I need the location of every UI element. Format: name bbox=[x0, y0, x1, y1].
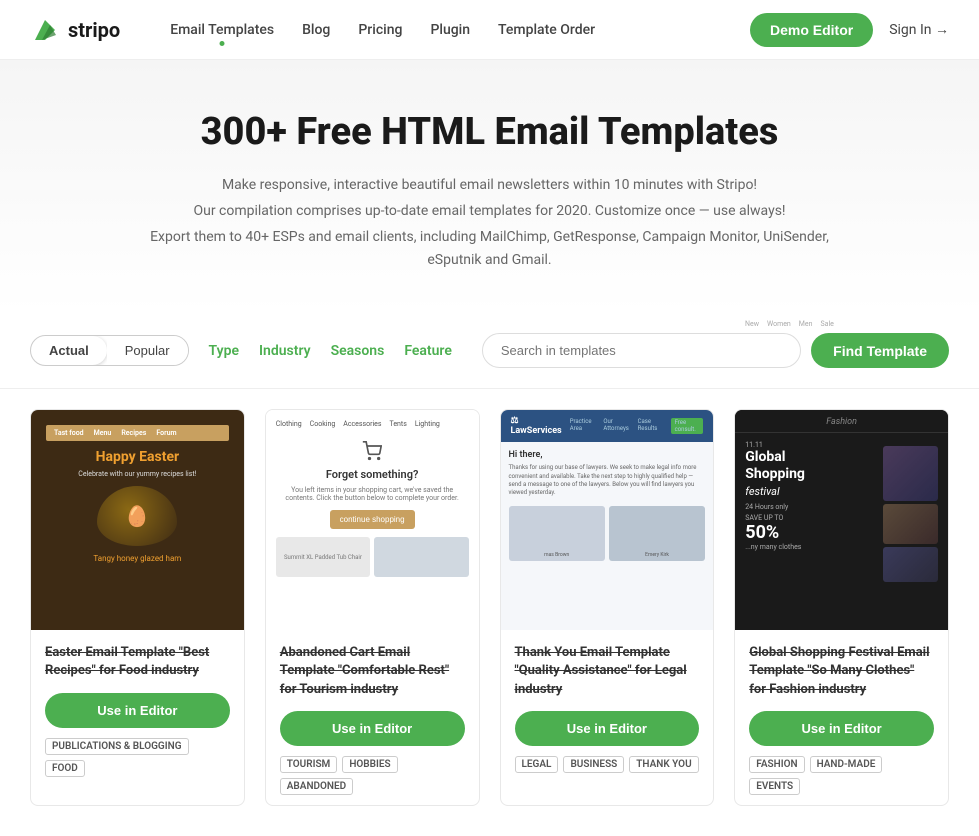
card-cart-use-button[interactable]: Use in Editor bbox=[280, 711, 465, 746]
card-easter-use-button[interactable]: Use in Editor bbox=[45, 693, 230, 728]
card-fashion: Fashion New Women Men Sale 11.11 GlobalS… bbox=[734, 409, 949, 806]
demo-editor-button[interactable]: Demo Editor bbox=[750, 13, 873, 47]
sign-in-link[interactable]: Sign In → bbox=[889, 21, 949, 38]
search-area: Find Template bbox=[482, 333, 949, 368]
hero-desc2: Our compilation comprises up-to-date ema… bbox=[150, 200, 830, 224]
card-cart-cta: continue shopping bbox=[330, 510, 415, 529]
nav-blog[interactable]: Blog bbox=[302, 22, 330, 38]
card-fashion-tags: FASHION HAND-MADE EVENTS bbox=[749, 756, 934, 795]
card-easter-title: Easter Email Template "Best Recipes" for… bbox=[45, 644, 230, 680]
tag-tourism: TOURISM bbox=[280, 756, 338, 773]
card-cart-header: Clothing Cooking Accessories Tents Light… bbox=[276, 420, 469, 428]
logo-text: stripo bbox=[68, 18, 120, 42]
filter-type[interactable]: Type bbox=[209, 343, 239, 359]
card-legal-tags: LEGAL BUSINESS THANK YOU bbox=[515, 756, 700, 773]
hero-desc3: Export them to 40+ ESPs and email client… bbox=[150, 226, 830, 274]
navbar: stripo Email Templates Blog Pricing Plug… bbox=[0, 0, 979, 60]
toggle-actual[interactable]: Actual bbox=[31, 336, 107, 365]
card-cart-preview: Clothing Cooking Accessories Tents Light… bbox=[266, 410, 479, 630]
toggle-popular[interactable]: Popular bbox=[107, 336, 188, 365]
nav-pricing[interactable]: Pricing bbox=[358, 22, 402, 38]
tag-thank-you: THANK YOU bbox=[629, 756, 698, 773]
nav-plugin[interactable]: Plugin bbox=[430, 22, 470, 38]
hero-section: 300+ Free HTML Email Templates Make resp… bbox=[0, 60, 979, 313]
tag-abandoned: ABANDONED bbox=[280, 778, 353, 795]
card-legal: ⚖ LawServices Practice Area Our Attorney… bbox=[500, 409, 715, 806]
card-easter-image: 🥚 bbox=[97, 486, 177, 546]
find-template-button[interactable]: Find Template bbox=[811, 333, 949, 368]
card-fashion-use-button[interactable]: Use in Editor bbox=[749, 711, 934, 746]
tag-events: EVENTS bbox=[749, 778, 800, 795]
logo-icon bbox=[30, 15, 60, 45]
tag-hobbies: HOBBIES bbox=[342, 756, 397, 773]
card-cart-sub: You left items in your shopping cart, we… bbox=[276, 486, 469, 502]
card-fashion-title: Global Shopping Festival Email Template … bbox=[749, 644, 934, 699]
card-legal-people: mas Brown Emery Kirk bbox=[509, 506, 706, 561]
card-easter-headline: Happy Easter bbox=[96, 449, 180, 465]
card-fashion-header: Fashion New Women Men Sale bbox=[735, 410, 948, 433]
nav-right: Demo Editor Sign In → bbox=[750, 13, 949, 47]
hero-desc1: Make responsive, interactive beautiful e… bbox=[150, 174, 830, 198]
card-easter-sub: Celebrate with our yummy recipes list! bbox=[78, 470, 196, 478]
card-legal-use-button[interactable]: Use in Editor bbox=[515, 711, 700, 746]
logo[interactable]: stripo bbox=[30, 15, 120, 45]
card-cart-title: Abandoned Cart Email Template "Comfortab… bbox=[280, 644, 465, 699]
cart-icon bbox=[362, 441, 382, 461]
card-cart-products: Summit XL Padded Tub Chair bbox=[276, 537, 469, 577]
card-legal-body: Thank You Email Template "Quality Assist… bbox=[501, 630, 714, 783]
card-cart-body: Abandoned Cart Email Template "Comfortab… bbox=[266, 630, 479, 805]
card-easter-tags: PUBLICATIONS & BLOGGING FOOD bbox=[45, 738, 230, 777]
search-input[interactable] bbox=[482, 333, 801, 368]
card-easter: Tast food Menu Recipes Forum Happy Easte… bbox=[30, 409, 245, 806]
card-cart: Clothing Cooking Accessories Tents Light… bbox=[265, 409, 480, 806]
nav-template-order[interactable]: Template Order bbox=[498, 22, 595, 38]
tag-handmade: HAND-MADE bbox=[810, 756, 883, 773]
hero-title: 300+ Free HTML Email Templates bbox=[20, 110, 959, 154]
tag-food: FOOD bbox=[45, 760, 85, 777]
card-legal-preview: ⚖ LawServices Practice Area Our Attorney… bbox=[501, 410, 714, 630]
toggle-group: Actual Popular bbox=[30, 335, 189, 366]
card-cart-tags: TOURISM HOBBIES ABANDONED bbox=[280, 756, 465, 795]
filter-links: Type Industry Seasons Feature bbox=[209, 343, 452, 359]
card-easter-preview: Tast food Menu Recipes Forum Happy Easte… bbox=[31, 410, 244, 630]
card-easter-header: Tast food Menu Recipes Forum bbox=[46, 425, 229, 441]
filter-feature[interactable]: Feature bbox=[404, 343, 452, 359]
tag-business: BUSINESS bbox=[563, 756, 624, 773]
tag-fashion: FASHION bbox=[749, 756, 804, 773]
cards-grid: Tast food Menu Recipes Forum Happy Easte… bbox=[0, 389, 979, 836]
card-fashion-body: Global Shopping Festival Email Template … bbox=[735, 630, 948, 805]
card-legal-title: Thank You Email Template "Quality Assist… bbox=[515, 644, 700, 699]
nav-email-templates[interactable]: Email Templates bbox=[170, 22, 274, 38]
filter-seasons[interactable]: Seasons bbox=[331, 343, 385, 359]
nav-links: Email Templates Blog Pricing Plugin Temp… bbox=[170, 22, 750, 38]
card-easter-footer: Tangy honey glazed ham bbox=[93, 554, 181, 563]
filter-industry[interactable]: Industry bbox=[259, 343, 311, 359]
tag-legal: LEGAL bbox=[515, 756, 559, 773]
tag-publications: PUBLICATIONS & BLOGGING bbox=[45, 738, 189, 755]
card-legal-header: ⚖ LawServices Practice Area Our Attorney… bbox=[501, 410, 714, 442]
card-easter-body: Easter Email Template "Best Recipes" for… bbox=[31, 630, 244, 786]
card-cart-headline: Forget something? bbox=[276, 468, 469, 481]
card-fashion-preview: Fashion New Women Men Sale 11.11 GlobalS… bbox=[735, 410, 948, 630]
card-legal-body-inner: Hi there, Thanks for using our base of l… bbox=[501, 442, 714, 569]
